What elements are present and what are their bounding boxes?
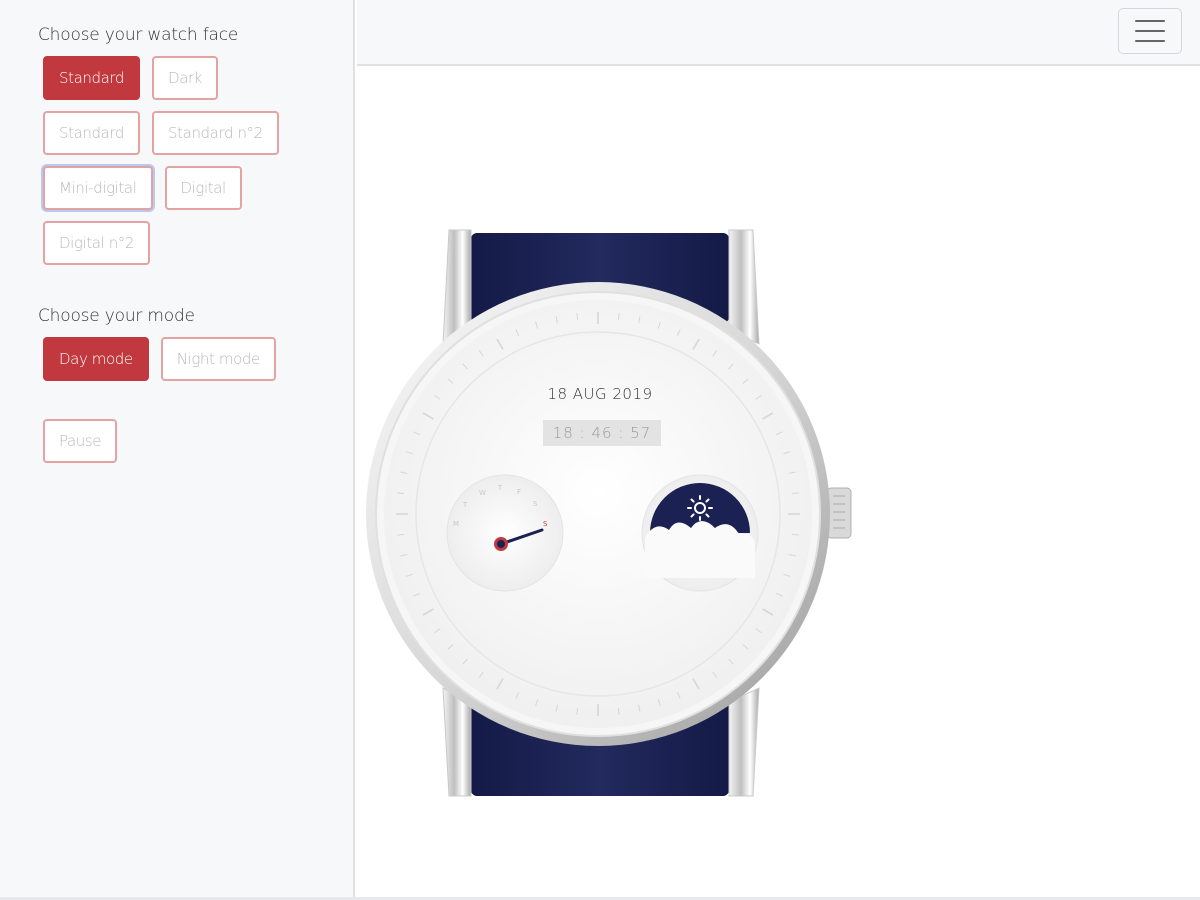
day-label: W bbox=[479, 489, 486, 497]
mode-title: Choose your mode bbox=[38, 306, 195, 326]
watch-face-standard-alt-button[interactable]: Standard bbox=[43, 111, 141, 155]
hamburger-menu-icon bbox=[1135, 20, 1165, 42]
watch-face-row-3: Mini-digital Digital bbox=[43, 166, 353, 210]
watch-face-row-2: Standard Standard n°2 bbox=[43, 111, 353, 155]
night-mode-button[interactable]: Night mode bbox=[160, 337, 276, 381]
watch-lug-bottom-right bbox=[728, 687, 760, 797]
watch-face-mini-digital-button[interactable]: Mini-digital bbox=[43, 166, 153, 210]
watch-face-title: Choose your watch face bbox=[38, 25, 239, 45]
watch-face-standard-n2-button[interactable]: Standard n°2 bbox=[152, 111, 279, 155]
day-label: T bbox=[498, 484, 503, 492]
day-label: M bbox=[453, 520, 460, 528]
watch-face-dark-button[interactable]: Dark bbox=[152, 56, 219, 100]
watch-illustration bbox=[366, 229, 852, 797]
day-label: F bbox=[517, 488, 522, 496]
hamburger-menu-button[interactable] bbox=[1118, 8, 1182, 54]
mode-row: Day mode Night mode bbox=[43, 337, 353, 381]
day-label: S bbox=[533, 500, 538, 508]
pause-row: Pause bbox=[43, 419, 353, 463]
watch-face-digital-n2-button[interactable]: Digital n°2 bbox=[43, 221, 151, 265]
watch-face-row-4: Digital n°2 bbox=[43, 221, 353, 265]
watch-face-standard-button[interactable]: Standard bbox=[43, 56, 141, 100]
watch-face-row-1: Standard Dark bbox=[43, 56, 353, 100]
watch-face-digital-button[interactable]: Digital bbox=[164, 166, 242, 210]
sidebar: Choose your watch face Standard Dark Sta… bbox=[0, 0, 355, 900]
watch-preview: 18 AUG 2019 18 : 46 : 57 M T W T F S S bbox=[357, 68, 1200, 897]
watch-date: 18 AUG 2019 bbox=[547, 385, 653, 403]
topbar bbox=[357, 0, 1200, 66]
day-label: S bbox=[543, 520, 548, 528]
day-subdial bbox=[446, 474, 564, 592]
pause-button[interactable]: Pause bbox=[43, 419, 118, 463]
day-label: T bbox=[463, 501, 468, 509]
watch-digital-time: 18 : 46 : 57 bbox=[543, 420, 661, 446]
day-mode-button[interactable]: Day mode bbox=[43, 337, 149, 381]
